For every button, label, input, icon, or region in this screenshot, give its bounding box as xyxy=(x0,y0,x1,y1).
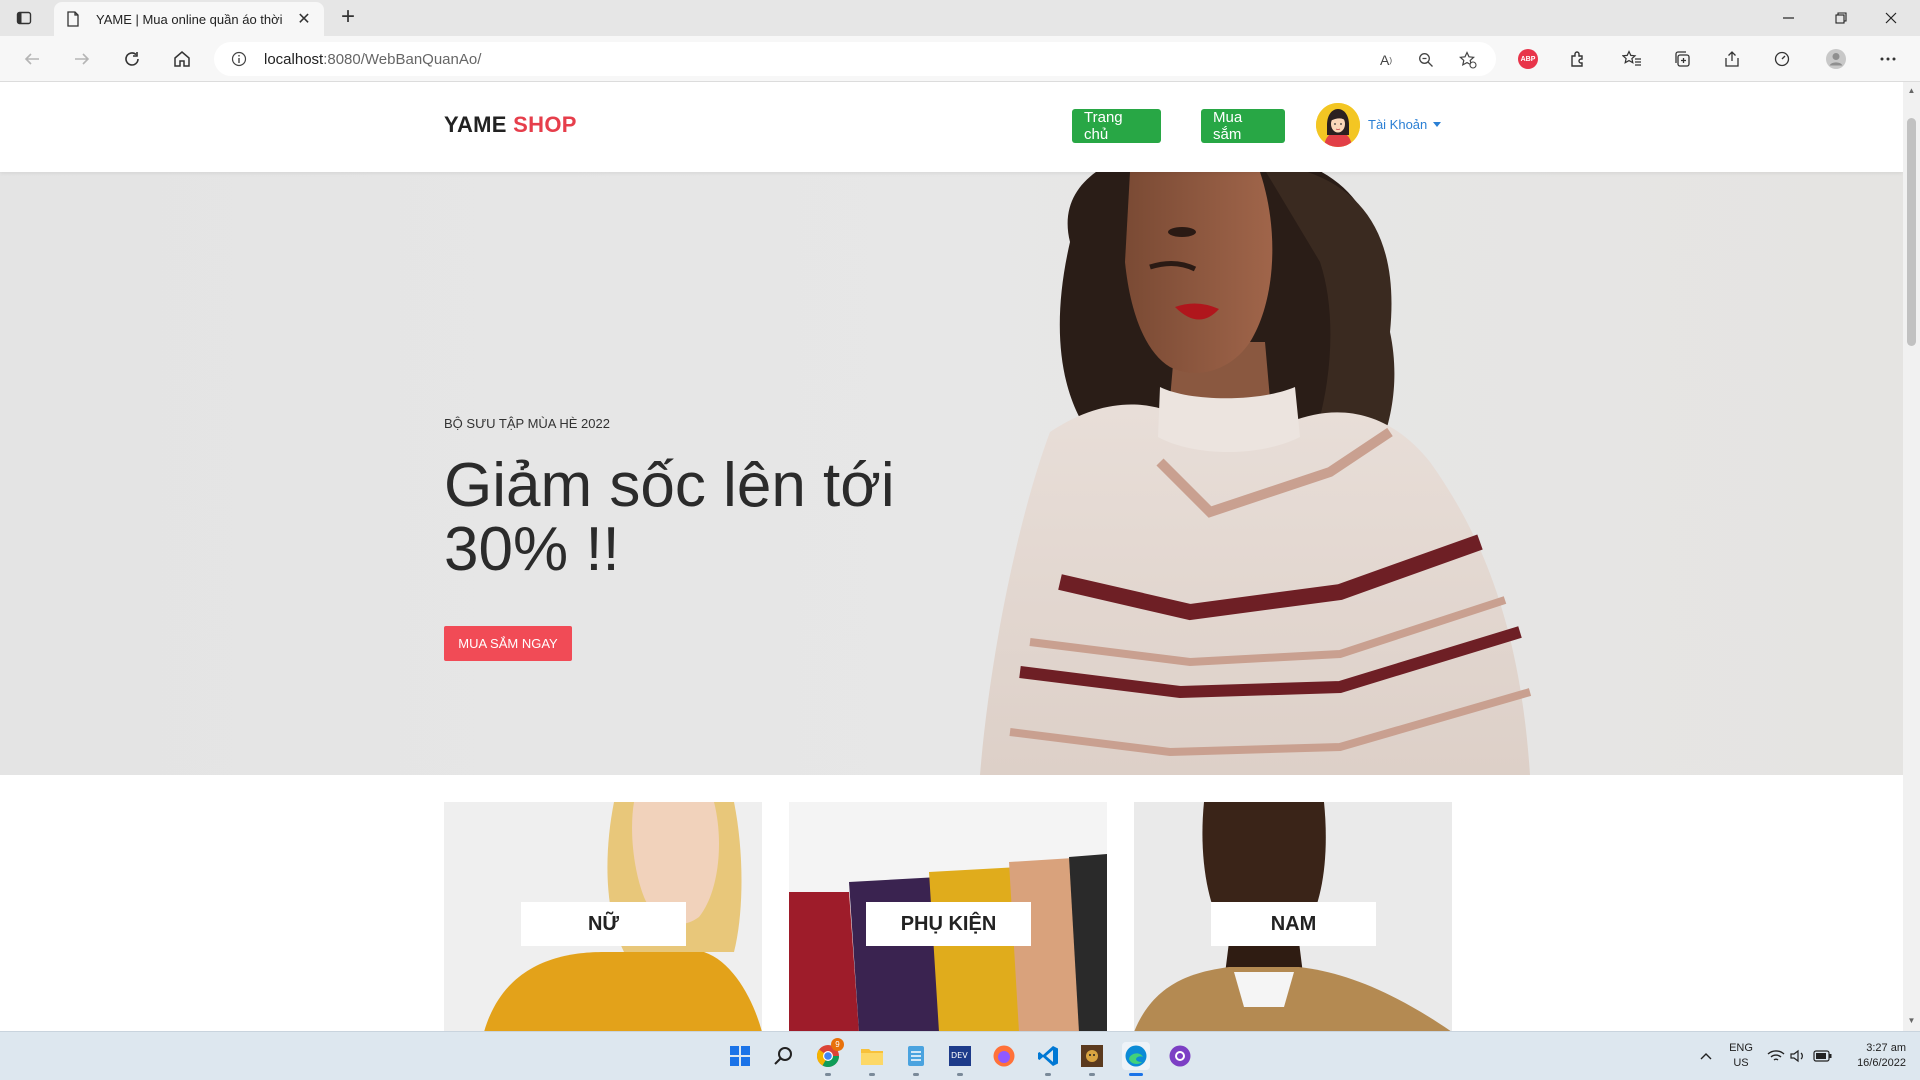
hero-subtitle: BỘ SƯU TẬP MÙA HÈ 2022 xyxy=(444,416,610,431)
vscode-icon[interactable] xyxy=(1034,1042,1062,1076)
browser-tab-bar: YAME | Mua online quần áo thời ✕ + xyxy=(0,0,1920,36)
collections-icon[interactable] xyxy=(1670,47,1694,71)
url-path: :8080/WebBanQuanAo/ xyxy=(323,50,482,68)
url-host: localhost xyxy=(264,50,324,68)
show-hidden-icons-icon[interactable] xyxy=(1696,1042,1716,1070)
zoom-icon[interactable] xyxy=(1416,50,1436,70)
windows-taskbar: 9 DEV ENG US 3:27 am 16/6/2022 xyxy=(0,1031,1920,1080)
profile-avatar-icon[interactable] xyxy=(1824,47,1848,71)
back-button[interactable] xyxy=(20,47,44,71)
logo-main-text: YAME xyxy=(444,112,507,137)
chrome-notification-badge: 9 xyxy=(831,1038,844,1051)
hero-banner: BỘ SƯU TẬP MÙA HÈ 2022 Giảm sốc lên tới … xyxy=(0,172,1903,775)
edge-icon[interactable] xyxy=(1122,1042,1150,1076)
read-aloud-icon[interactable]: A) xyxy=(1376,50,1396,70)
search-icon[interactable] xyxy=(770,1042,798,1070)
account-label: Tài Khoản xyxy=(1368,117,1428,132)
close-window-button[interactable] xyxy=(1868,0,1914,36)
favorites-icon[interactable] xyxy=(1620,47,1644,71)
site-logo[interactable]: YAME SHOP xyxy=(444,112,577,138)
shop-now-button[interactable]: MUA SẮM NGAY xyxy=(444,626,572,661)
start-icon[interactable] xyxy=(726,1042,754,1070)
logo-accent-text: SHOP xyxy=(513,112,577,137)
running-indicator xyxy=(825,1073,831,1076)
tab-title: YAME | Mua online quần áo thời xyxy=(96,11,283,27)
refresh-button[interactable] xyxy=(120,47,144,71)
battery-icon[interactable] xyxy=(1812,1042,1834,1070)
tab-actions-icon[interactable] xyxy=(14,8,34,28)
firefox-icon[interactable] xyxy=(990,1042,1018,1070)
account-dropdown[interactable]: Tài Khoản xyxy=(1368,117,1442,132)
category-label-women: NỮ xyxy=(521,902,686,946)
adblock-badge: ABP xyxy=(1518,49,1538,69)
scroll-up-icon[interactable]: ▲ xyxy=(1907,86,1916,96)
keyboard-layout: US xyxy=(1733,1057,1749,1069)
notepad-icon[interactable] xyxy=(902,1042,930,1076)
clock[interactable]: 3:27 am 16/6/2022 xyxy=(1846,1041,1906,1071)
scrollbar-thumb[interactable] xyxy=(1907,118,1916,346)
volume-icon[interactable] xyxy=(1788,1042,1808,1070)
browser-toolbar: localhost:8080/WebBanQuanAo/ A) ABP xyxy=(0,36,1920,82)
running-indicator xyxy=(1045,1073,1051,1076)
performance-icon[interactable] xyxy=(1770,47,1794,71)
site-info-icon[interactable] xyxy=(230,50,248,68)
settings-more-icon[interactable] xyxy=(1876,47,1900,71)
file-explorer-icon[interactable] xyxy=(858,1042,886,1076)
page-scrollbar[interactable]: ▲ ▼ xyxy=(1903,82,1920,1031)
user-avatar[interactable] xyxy=(1316,103,1360,147)
restore-button[interactable] xyxy=(1818,0,1864,36)
game-app-icon[interactable] xyxy=(1078,1042,1106,1076)
running-indicator xyxy=(869,1073,875,1076)
chrome-icon[interactable]: 9 xyxy=(814,1038,844,1076)
category-card-women[interactable]: NỮ xyxy=(444,802,762,1031)
page-viewport: YAME SHOP Trang chủ Mua sắm Tài Khoản BỘ… xyxy=(0,82,1903,1031)
page-icon xyxy=(66,11,82,27)
extensions-icon[interactable] xyxy=(1566,47,1590,71)
wifi-icon[interactable] xyxy=(1766,1042,1786,1070)
language-code: ENG xyxy=(1729,1042,1753,1054)
nav-shop-button[interactable]: Mua sắm xyxy=(1201,109,1285,143)
scroll-down-icon[interactable]: ▼ xyxy=(1907,1016,1916,1026)
category-grid: NỮ PHỤ KIỆN NAM xyxy=(444,802,1454,1031)
url-text[interactable]: localhost:8080/WebBanQuanAo/ xyxy=(264,51,481,68)
running-indicator xyxy=(913,1073,919,1076)
site-header: YAME SHOP Trang chủ Mua sắm Tài Khoản xyxy=(0,82,1903,172)
category-card-accessories[interactable]: PHỤ KIỆN xyxy=(789,802,1107,1031)
running-indicator xyxy=(1089,1073,1095,1076)
forward-button[interactable] xyxy=(70,47,94,71)
close-tab-icon[interactable]: ✕ xyxy=(296,11,312,28)
hero-model-image xyxy=(980,172,1532,775)
browser-tab-active[interactable]: YAME | Mua online quần áo thời ✕ xyxy=(54,2,324,36)
nav-home-button[interactable]: Trang chủ xyxy=(1072,109,1161,143)
language-indicator[interactable]: ENG US xyxy=(1726,1041,1756,1071)
running-indicator xyxy=(957,1073,963,1076)
hero-title: Giảm sốc lên tới 30% !! xyxy=(444,451,895,584)
add-favorite-icon[interactable] xyxy=(1458,50,1478,70)
share-icon[interactable] xyxy=(1720,47,1744,71)
svg-text:DEV: DEV xyxy=(951,1051,968,1060)
address-bar[interactable]: localhost:8080/WebBanQuanAo/ A) xyxy=(214,42,1496,76)
category-label-accessories: PHỤ KIỆN xyxy=(866,902,1031,946)
clock-date: 16/6/2022 xyxy=(1857,1057,1906,1069)
devcpp-icon[interactable]: DEV xyxy=(946,1042,974,1076)
category-card-men[interactable]: NAM xyxy=(1134,802,1452,1031)
new-tab-button[interactable]: + xyxy=(336,5,360,30)
adblock-icon[interactable]: ABP xyxy=(1516,47,1540,71)
clock-time: 3:27 am xyxy=(1866,1042,1906,1054)
home-button[interactable] xyxy=(170,47,194,71)
github-desktop-icon[interactable] xyxy=(1166,1042,1194,1070)
minimize-button[interactable] xyxy=(1766,0,1812,36)
caret-down-icon xyxy=(1433,122,1442,127)
category-label-men: NAM xyxy=(1211,902,1376,946)
active-indicator xyxy=(1129,1073,1143,1076)
